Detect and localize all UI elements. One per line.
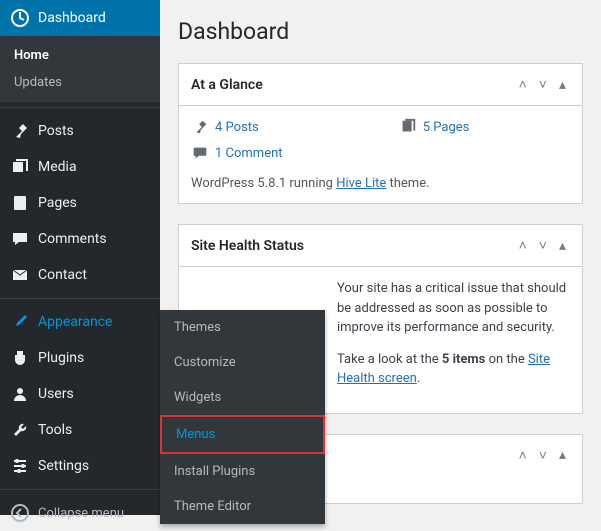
appearance-submenu: Themes Customize Widgets Menus Install P… bbox=[160, 310, 325, 524]
sliders-icon bbox=[10, 456, 30, 476]
sidebar-sub-dashboard: Home Updates bbox=[0, 36, 160, 102]
wp-version-line: WordPress 5.8.1 running Hive Lite theme. bbox=[191, 176, 570, 191]
comment-icon bbox=[191, 144, 209, 162]
submenu-item-menus[interactable]: Menus bbox=[160, 415, 325, 454]
plug-icon bbox=[10, 348, 30, 368]
move-up-button[interactable]: ˄ bbox=[515, 235, 531, 256]
sidebar-label: Users bbox=[38, 386, 74, 402]
sidebar-label: Appearance bbox=[38, 314, 112, 330]
collapse-label: Collapse menu bbox=[38, 506, 124, 521]
sidebar-label: Pages bbox=[38, 195, 77, 211]
theme-link[interactable]: Hive Lite bbox=[336, 176, 386, 191]
sidebar-label: Settings bbox=[38, 458, 89, 474]
page-icon bbox=[399, 118, 417, 136]
stat-pages: 5 Pages bbox=[399, 118, 470, 136]
move-down-button[interactable]: ˅ bbox=[535, 74, 551, 95]
sidebar-label: Tools bbox=[38, 422, 72, 438]
submenu-item-widgets[interactable]: Widgets bbox=[160, 380, 325, 415]
toggle-button[interactable]: ▴ bbox=[555, 445, 570, 465]
admin-sidebar: Dashboard Home Updates Posts Media Pages… bbox=[0, 0, 160, 515]
envelope-icon bbox=[10, 265, 30, 285]
stat-posts: 4 Posts bbox=[191, 118, 259, 136]
sidebar-label: Dashboard bbox=[38, 10, 106, 26]
sidebar-item-contact[interactable]: Contact bbox=[0, 257, 160, 293]
page-icon bbox=[10, 193, 30, 213]
sidebar-item-tools[interactable]: Tools bbox=[0, 412, 160, 448]
sidebar-item-media[interactable]: Media bbox=[0, 149, 160, 185]
health-text: Your site has a critical issue that shou… bbox=[337, 279, 570, 401]
sidebar-item-settings[interactable]: Settings bbox=[0, 448, 160, 484]
sidebar-item-pages[interactable]: Pages bbox=[0, 185, 160, 221]
stat-comments: 1 Comment bbox=[191, 144, 570, 162]
sidebar-sub-home[interactable]: Home bbox=[0, 42, 160, 69]
toggle-button[interactable]: ▴ bbox=[555, 75, 570, 95]
move-up-button[interactable]: ˄ bbox=[515, 74, 531, 95]
wrench-icon bbox=[10, 420, 30, 440]
move-up-button[interactable]: ˄ bbox=[515, 445, 531, 466]
submenu-item-theme-editor[interactable]: Theme Editor bbox=[160, 489, 325, 524]
sidebar-label: Plugins bbox=[38, 350, 84, 366]
sidebar-label: Posts bbox=[38, 123, 74, 139]
sidebar-item-plugins[interactable]: Plugins bbox=[0, 340, 160, 376]
sidebar-item-users[interactable]: Users bbox=[0, 376, 160, 412]
sidebar-item-dashboard[interactable]: Dashboard bbox=[0, 0, 160, 36]
health-msg: Your site has a critical issue that shou… bbox=[337, 279, 570, 338]
brush-icon bbox=[10, 312, 30, 332]
submenu-item-themes[interactable]: Themes bbox=[160, 310, 325, 345]
user-icon bbox=[10, 384, 30, 404]
submenu-item-install-plugins[interactable]: Install Plugins bbox=[160, 454, 325, 489]
pin-icon bbox=[10, 121, 30, 141]
sidebar-item-appearance[interactable]: Appearance bbox=[0, 304, 160, 340]
sidebar-item-comments[interactable]: Comments bbox=[0, 221, 160, 257]
health-action: Take a look at the 5 items on the Site H… bbox=[337, 350, 570, 389]
toggle-button[interactable]: ▴ bbox=[555, 236, 570, 256]
submenu-item-customize[interactable]: Customize bbox=[160, 345, 325, 380]
media-icon bbox=[10, 157, 30, 177]
widget-at-a-glance: At a Glance ˄ ˅ ▴ 4 Posts 5 Pages bbox=[178, 63, 583, 204]
move-down-button[interactable]: ˅ bbox=[535, 445, 551, 466]
pages-link[interactable]: 5 Pages bbox=[423, 120, 470, 135]
pin-icon bbox=[191, 118, 209, 136]
collapse-menu-button[interactable]: Collapse menu bbox=[0, 495, 160, 531]
sidebar-label: Media bbox=[38, 159, 77, 175]
comments-link[interactable]: 1 Comment bbox=[215, 146, 283, 161]
sidebar-label: Comments bbox=[38, 231, 107, 247]
posts-link[interactable]: 4 Posts bbox=[215, 120, 259, 135]
sidebar-item-posts[interactable]: Posts bbox=[0, 113, 160, 149]
collapse-icon bbox=[10, 503, 30, 523]
page-title: Dashboard bbox=[178, 18, 583, 45]
sidebar-label: Contact bbox=[38, 267, 87, 283]
move-down-button[interactable]: ˅ bbox=[535, 235, 551, 256]
sidebar-sub-updates[interactable]: Updates bbox=[0, 69, 160, 96]
comment-icon bbox=[10, 229, 30, 249]
widget-title: At a Glance bbox=[191, 77, 263, 93]
dashboard-icon bbox=[10, 8, 30, 28]
widget-title: Site Health Status bbox=[191, 238, 304, 254]
